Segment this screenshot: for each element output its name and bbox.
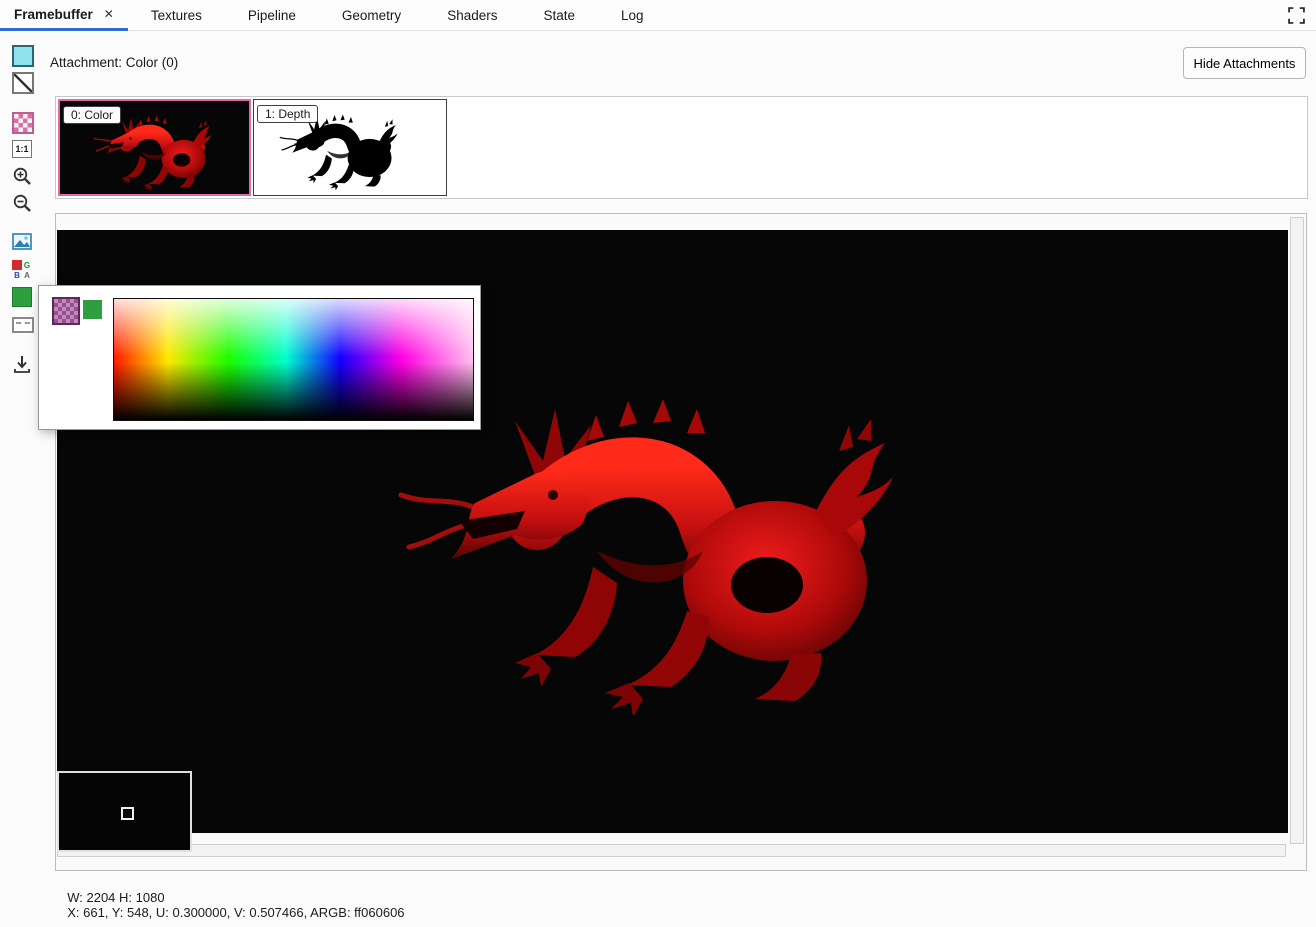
- hide-attachments-button[interactable]: Hide Attachments: [1183, 47, 1306, 79]
- zoom-preview-cursor: [121, 807, 134, 820]
- status-dimensions: W: 2204 H: 1080: [67, 890, 164, 905]
- fit-image-icon[interactable]: [12, 233, 32, 250]
- background-color-swatch-icon[interactable]: [12, 45, 34, 67]
- attachment-thumb-depth[interactable]: 1: Depth: [253, 99, 447, 196]
- color-picker-popup: [38, 285, 481, 430]
- current-color-swatch[interactable]: [52, 297, 80, 325]
- tab-state[interactable]: State: [520, 0, 598, 30]
- hue-saturation-gradient[interactable]: [113, 298, 474, 421]
- tab-shaders[interactable]: Shaders: [424, 0, 520, 30]
- tab-geometry-label: Geometry: [342, 8, 401, 23]
- status-bar: W: 2204 H: 1080 X: 661, Y: 548, U: 0.300…: [60, 875, 419, 920]
- blue-channel-letter: B: [12, 270, 22, 280]
- color-picker-swatch-icon[interactable]: [12, 287, 32, 307]
- zoom-actual-size-icon[interactable]: 1:1: [12, 140, 32, 158]
- tab-shaders-label: Shaders: [447, 8, 497, 23]
- tab-bar: Framebuffer ✕ Textures Pipeline Geometry…: [0, 0, 1316, 31]
- attachment-chip: 0: Color: [63, 106, 121, 124]
- red-channel-block: [12, 260, 22, 270]
- green-channel-letter: G: [22, 260, 32, 270]
- tab-textures-label: Textures: [151, 8, 202, 23]
- alpha-channel-letter: A: [22, 270, 32, 280]
- picked-color-swatch[interactable]: [83, 300, 102, 319]
- letterbox-icon[interactable]: [12, 317, 34, 333]
- zoom-preview-overlay: [57, 771, 192, 852]
- tab-textures[interactable]: Textures: [128, 0, 225, 30]
- close-tab-icon[interactable]: ✕: [104, 7, 114, 21]
- checkerboard-background-icon[interactable]: [12, 112, 34, 134]
- zoom-in-icon[interactable]: [12, 166, 32, 186]
- tab-log[interactable]: Log: [598, 0, 667, 30]
- tab-pipeline[interactable]: Pipeline: [225, 0, 319, 30]
- attachment-thumb-color[interactable]: 0: Color: [58, 99, 251, 196]
- save-image-icon[interactable]: [12, 354, 32, 374]
- attachment-chip: 1: Depth: [257, 105, 318, 123]
- no-background-icon[interactable]: [12, 72, 34, 94]
- attachments-panel: 0: Color 1: Depth: [55, 96, 1308, 199]
- tab-framebuffer-label: Framebuffer: [14, 7, 93, 22]
- attachment-label: Attachment: Color (0): [50, 55, 178, 70]
- tab-pipeline-label: Pipeline: [248, 8, 296, 23]
- tab-framebuffer[interactable]: Framebuffer ✕: [0, 0, 128, 31]
- tab-geometry[interactable]: Geometry: [319, 0, 424, 30]
- vertical-scrollbar[interactable]: [1290, 217, 1304, 844]
- rgba-channels-icon[interactable]: G B A: [12, 260, 32, 280]
- zoom-out-icon[interactable]: [12, 193, 32, 213]
- tab-state-label: State: [543, 8, 575, 23]
- tab-log-label: Log: [621, 8, 644, 23]
- letterbox-line: [16, 322, 30, 324]
- status-cursor-info: X: 661, Y: 548, U: 0.300000, V: 0.507466…: [67, 905, 404, 920]
- horizontal-scrollbar[interactable]: [57, 844, 1286, 857]
- fullscreen-icon[interactable]: [1288, 7, 1305, 24]
